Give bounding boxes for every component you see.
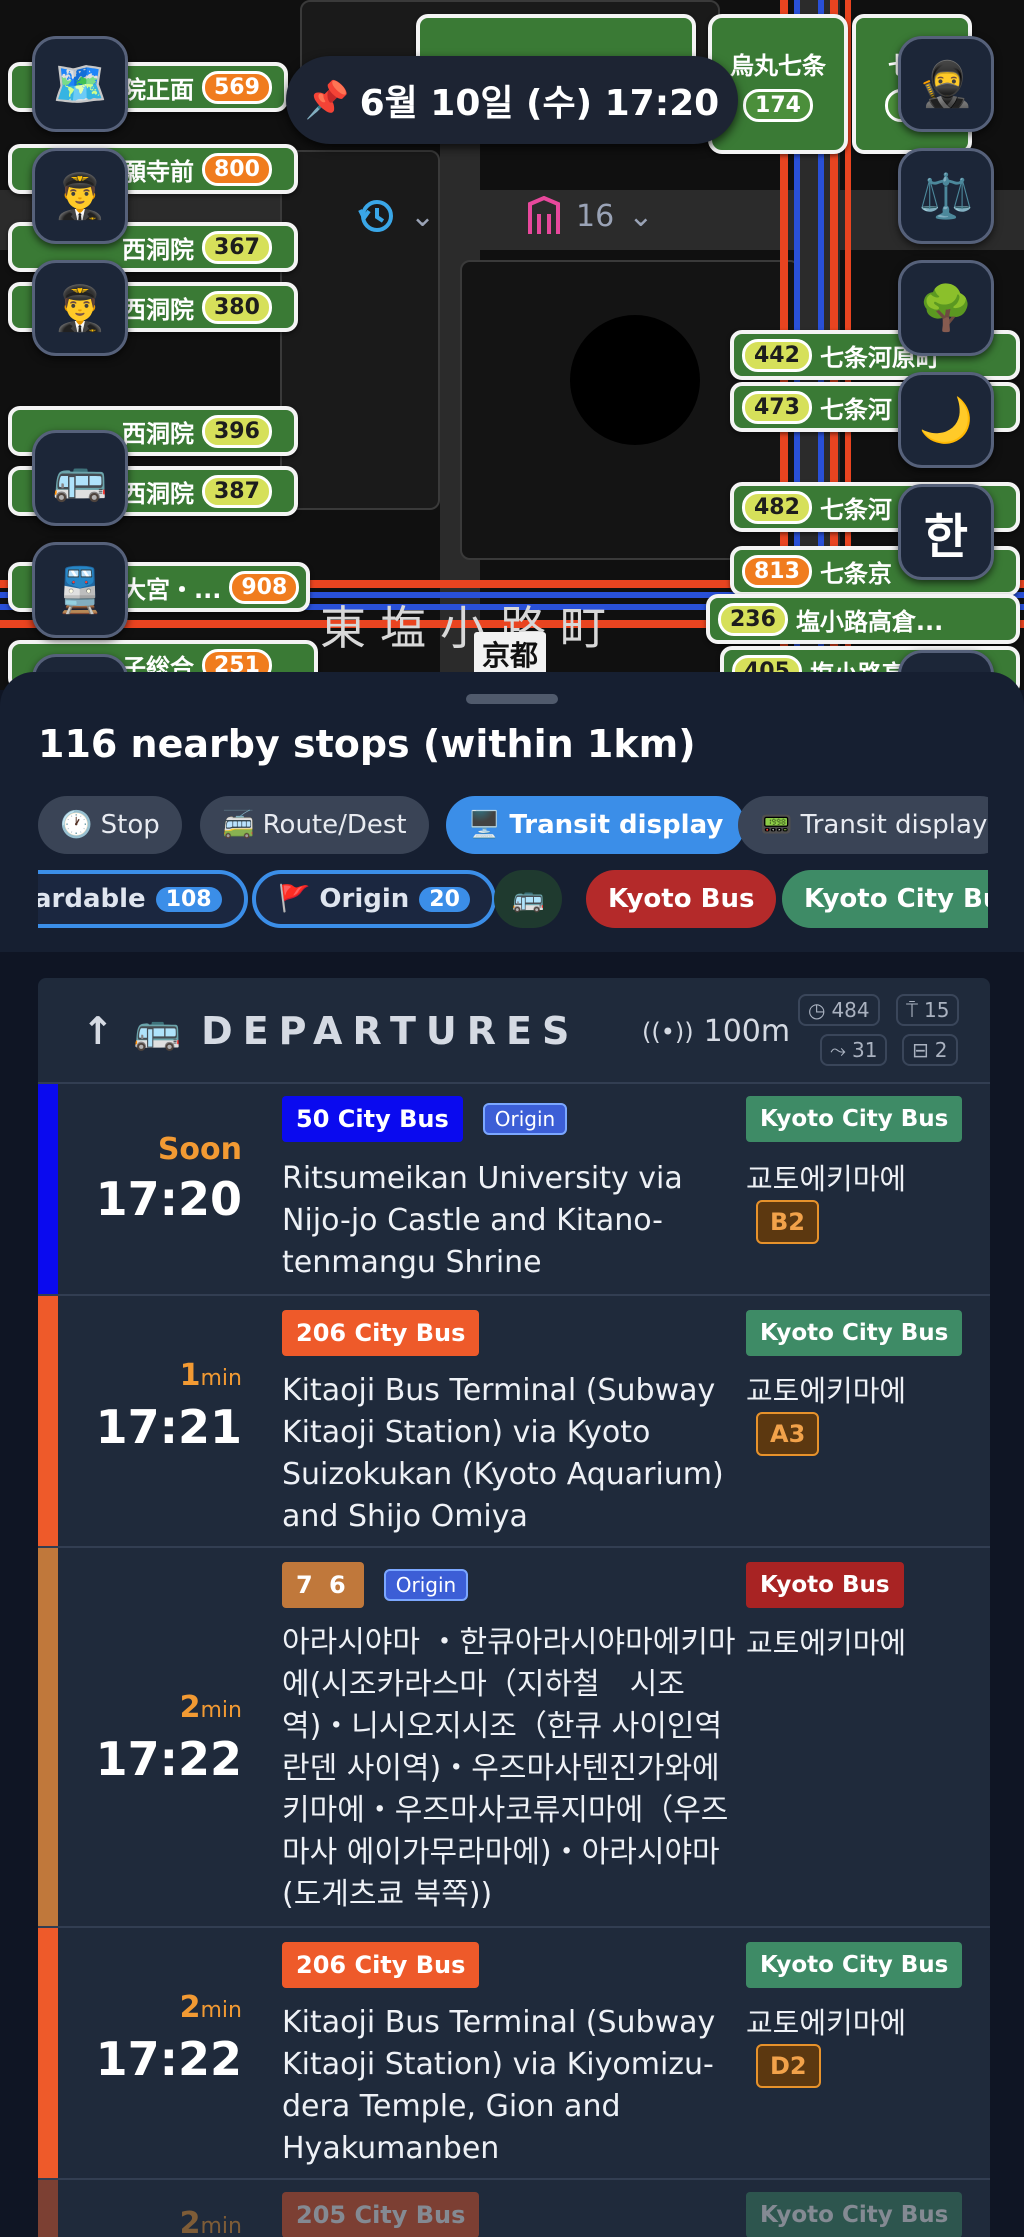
clock-icon: ◷ <box>808 998 826 1022</box>
stop-name: 교토에키마에 <box>746 1162 907 1196</box>
signal-icon: ((•)) <box>642 1017 694 1046</box>
bottom-sheet: 116 nearby stops (within 1km) 🕐 Stop 🚎 R… <box>0 672 1024 952</box>
relative-time: 2min <box>179 1990 242 2025</box>
train-icon[interactable]: 🚆 <box>32 542 128 638</box>
bus-icon[interactable]: 🚌 <box>32 430 128 526</box>
departure-time: 17:22 <box>95 1732 242 1786</box>
korean-language-icon[interactable]: 한 <box>898 484 994 580</box>
sheet-title: 116 nearby stops (within 1km) <box>38 722 696 766</box>
operator-badge: Kyoto City Bus <box>746 1310 963 1356</box>
stop-sign-icon: ⍑ <box>906 998 918 1022</box>
chip-bus-type[interactable]: 🚌 <box>494 870 563 928</box>
platform-count: 16 <box>576 198 615 234</box>
destination-text: 아라시야마 ・한큐아라시야마에키마에(시조카라스마（지하철 시조역)・니시오지시… <box>282 1625 753 1912</box>
operator-badge: Kyoto Bus <box>746 1562 904 1608</box>
history-icon <box>358 200 393 232</box>
route-badge: 206 City Bus <box>282 1942 480 1988</box>
route-badge: 7 6 <box>282 1562 364 1608</box>
pin-icon: 📌 <box>304 80 350 121</box>
operator-badge: Kyoto City Bus <box>746 1096 963 1142</box>
bus-icon: 🚌 <box>133 1008 182 1052</box>
chip-kyoto-bus[interactable]: Kyoto Bus <box>586 870 777 928</box>
destination-text: Kitaoji Bus Terminal (Subway Kitaoji Sta… <box>282 2005 716 2166</box>
route-color-bar <box>38 1084 58 1294</box>
stop-name: 교토에키마에 <box>746 1626 907 1660</box>
departures-header: ↑ 🚌 DEPARTURES ((•)) 100m ◷ 484 ⍑ 15 ⤳ 31 ⊟… <box>38 978 990 1084</box>
stop-name: 교토에키마에 <box>746 2006 907 2040</box>
arrow-up-icon[interactable]: ↑ <box>82 1009 114 1053</box>
radius-indicator[interactable]: ((•)) 100m <box>642 1014 790 1049</box>
departures-title: DEPARTURES <box>201 1008 580 1053</box>
stat-clock: ◷ 484 <box>798 994 880 1026</box>
route-color-bar <box>38 2180 58 2237</box>
route-badge: 206 City Bus <box>282 1310 480 1356</box>
chip-stop[interactable]: 🕐 Stop <box>38 796 182 854</box>
route-badge: 50 City Bus <box>282 1096 463 1142</box>
departure-row[interactable]: Soon 17:20 50 City Bus Origin Ritsumeika… <box>38 1084 990 1296</box>
ninja-icon[interactable]: 🥷 <box>898 36 994 132</box>
history-dropdown[interactable]: ⌄ <box>356 196 435 236</box>
chevron-down-icon: ⌄ <box>628 198 654 234</box>
origin-badge: Origin <box>383 1569 469 1601</box>
radius-value: 100m <box>703 1014 791 1049</box>
chevron-down-icon: ⌄ <box>410 198 436 234</box>
route-color-bar <box>38 1548 58 1926</box>
conductor-icon[interactable]: 👨‍✈️ <box>32 148 128 244</box>
relative-time: Soon <box>157 1132 242 1167</box>
moon-icon[interactable]: 🌙 <box>898 372 994 468</box>
platform-badge: A3 <box>756 1412 820 1456</box>
stat-routes: ⤳ 31 <box>820 1034 888 1066</box>
bus-small-icon: ⊟ <box>912 1038 929 1062</box>
tree-icon[interactable]: 🌳 <box>898 260 994 356</box>
chip-route-dest[interactable]: 🚎 Route/Dest <box>200 796 429 854</box>
street-label: 東塩小路町 <box>320 601 620 655</box>
departure-time: 17:20 <box>95 1172 242 1226</box>
relative-time: 2min <box>179 2206 242 2237</box>
scale-icon[interactable]: ⚖️ <box>898 148 994 244</box>
chip-transit-display[interactable]: 📟 Transit display <box>738 796 988 854</box>
driver-icon[interactable]: 👨‍✈️ <box>32 260 128 356</box>
chip-transit-display-active[interactable]: 🖥️ Transit display <box>446 796 746 854</box>
destination-text: Kitaoji Bus Terminal (Subway Kitaoji Sta… <box>282 1373 724 1534</box>
stat-stops: ⍑ 15 <box>896 994 960 1026</box>
chip-kyoto-city-bus[interactable]: Kyoto City Bus <box>782 870 988 928</box>
origin-badge: Origin <box>482 1103 568 1135</box>
route-color-bar <box>38 1928 58 2178</box>
map-icon[interactable]: 🗺️ <box>32 36 128 132</box>
platform-dropdown[interactable]: 16 ⌄ <box>526 196 653 236</box>
relative-time: 2min <box>179 1690 242 1725</box>
departures-section: ↑ 🚌 DEPARTURES ((•)) 100m ◷ 484 ⍑ 15 ⤳ 31 ⊟… <box>0 952 1024 2237</box>
map-view[interactable]: 東塩小路町 京都 院正面 569 願寺前 800 西洞院 367 西洞院 380 西洞院… <box>0 0 1024 690</box>
chip-boardable[interactable]: ardable 108 <box>38 870 248 928</box>
stop-name: 교토에키마에 <box>746 1374 907 1408</box>
chip-origin[interactable]: 🚩 Origin 20 <box>252 870 496 928</box>
route-color-bar <box>38 1296 58 1546</box>
departure-row[interactable]: 1min 17:21 206 City Bus Kitaoji Bus Term… <box>38 1296 990 1548</box>
destination-text: Ritsumeikan University via Nijo-jo Castl… <box>282 1161 683 1280</box>
departure-row[interactable]: 2min 205 City Bus Kyoto City Bus <box>38 2180 990 2237</box>
departure-time: 17:22 <box>95 2032 242 2086</box>
view-mode-chips: 🕐 Stop 🚎 Route/Dest 🖥️ Transit display 📟… <box>38 796 988 856</box>
departure-time: 17:21 <box>95 1400 242 1454</box>
route-badge: 205 City Bus <box>282 2192 480 2237</box>
route-icon: ⤳ <box>830 1038 846 1062</box>
datetime-picker[interactable]: 📌 6월 10일 (수) 17:20 <box>286 56 738 144</box>
operator-badge: Kyoto City Bus <box>746 2192 963 2237</box>
departure-row[interactable]: 2min 17:22 206 City Bus Kitaoji Bus Term… <box>38 1928 990 2180</box>
platform-badge: B2 <box>756 1200 819 1244</box>
departures-board: ↑ 🚌 DEPARTURES ((•)) 100m ◷ 484 ⍑ 15 ⤳ 31 ⊟… <box>38 978 990 2237</box>
sheet-drag-handle[interactable] <box>466 694 558 704</box>
gate-icon <box>528 196 560 234</box>
departures-title-group: ↑ 🚌 DEPARTURES <box>82 1008 579 1053</box>
stat-buses: ⊟ 2 <box>902 1034 958 1066</box>
station-label: 京都 <box>474 632 547 676</box>
filter-tag-chips: ardable 108 🚩 Origin 20 🚌 Kyoto Bus Kyoto … <box>38 870 988 930</box>
datetime-text: 6월 10일 (수) 17:20 <box>359 83 720 124</box>
relative-time: 1min <box>179 1358 242 1393</box>
departure-row[interactable]: 2min 17:22 7 6 Origin 아라시야마 ・한큐아라시야마에키마에… <box>38 1548 990 1928</box>
app-root: { "map": { "street_label": "東塩小路町", "sta… <box>0 0 1024 2237</box>
stop-label[interactable]: 236 塩小路高倉... <box>706 594 1020 644</box>
operator-badge: Kyoto City Bus <box>746 1942 963 1988</box>
platform-badge: D2 <box>756 2044 821 2088</box>
